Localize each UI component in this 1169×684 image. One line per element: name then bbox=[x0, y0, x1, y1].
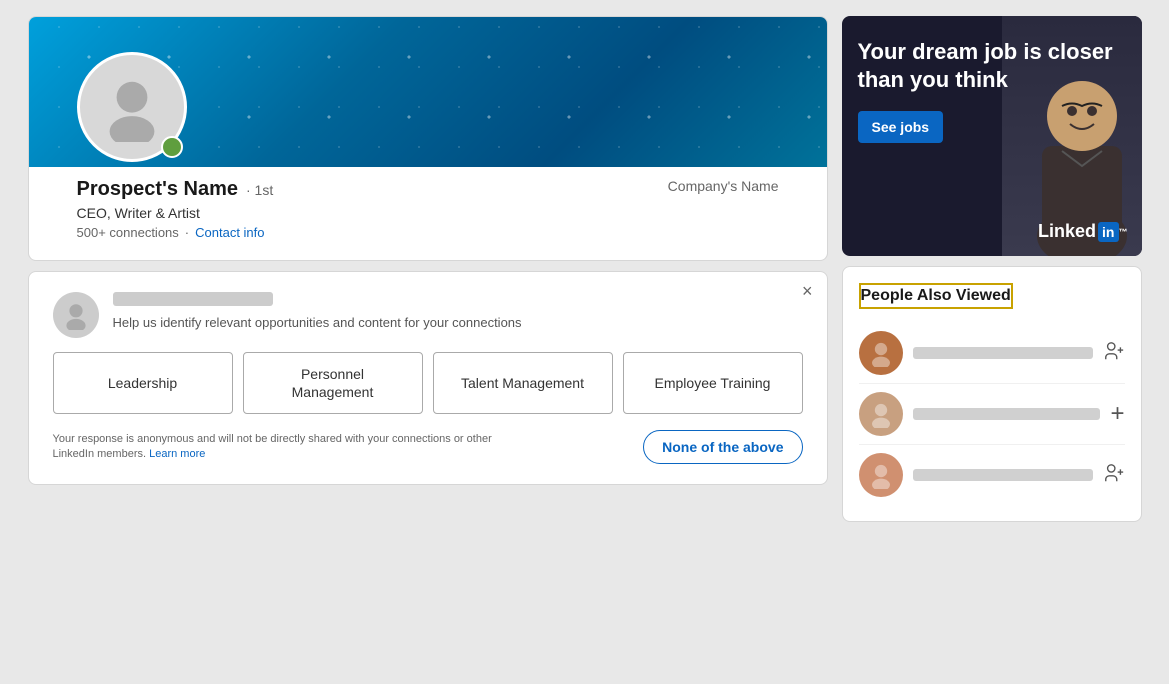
connections-count: 500+ connections bbox=[77, 225, 179, 240]
option-leadership[interactable]: Leadership bbox=[53, 352, 233, 414]
option-employee-training[interactable]: Employee Training bbox=[623, 352, 803, 414]
profile-name: Prospect's Name bbox=[77, 178, 239, 201]
widget-avatar bbox=[53, 292, 99, 338]
pav-avatar-2 bbox=[859, 392, 903, 436]
disclaimer-text: Your response is anonymous and will not … bbox=[53, 433, 492, 460]
learn-more-link[interactable]: Learn more bbox=[149, 448, 205, 460]
widget-close-button[interactable]: × bbox=[802, 282, 813, 300]
profile-headline: CEO, Writer & Artist bbox=[77, 205, 779, 221]
profile-name-row: Prospect's Name · 1st bbox=[77, 178, 274, 201]
ad-headline: Your dream job is closer than you think bbox=[858, 38, 1126, 93]
widget-top: Help us identify relevant opportunities … bbox=[53, 292, 803, 338]
profile-name-company-row: Prospect's Name · 1st Company's Name bbox=[77, 178, 779, 201]
see-jobs-button[interactable]: See jobs bbox=[858, 111, 944, 143]
pav-item-2: + bbox=[859, 384, 1125, 445]
widget-card: × Help us identify relevant opportunitie… bbox=[28, 271, 828, 485]
profile-degree: · 1st bbox=[246, 182, 273, 198]
none-of-above-button[interactable]: None of the above bbox=[643, 430, 802, 464]
pav-item-3 bbox=[859, 445, 1125, 505]
widget-info: Help us identify relevant opportunities … bbox=[113, 292, 803, 332]
pav-connect-1[interactable] bbox=[1103, 340, 1125, 366]
pav-title: People Also Viewed bbox=[859, 283, 1013, 309]
widget-description: Help us identify relevant opportunities … bbox=[113, 314, 803, 332]
connections-separator: · bbox=[185, 225, 189, 240]
pav-avatar-3 bbox=[859, 453, 903, 497]
widget-disclaimer: Your response is anonymous and will not … bbox=[53, 432, 533, 463]
pav-avatar-1 bbox=[859, 331, 903, 375]
profile-avatar-container bbox=[77, 52, 187, 162]
profile-connections: 500+ connections · Contact info bbox=[77, 225, 779, 240]
widget-options: Leadership Personnel Management Talent M… bbox=[53, 352, 803, 414]
pav-item-1 bbox=[859, 323, 1125, 384]
main-column: Message View in Sales Navigator More... … bbox=[28, 16, 828, 485]
widget-name-placeholder bbox=[113, 292, 273, 306]
right-column: Your dream job is closer than you think … bbox=[842, 16, 1142, 522]
pav-name-bar-3 bbox=[913, 469, 1093, 481]
profile-card: Message View in Sales Navigator More... … bbox=[28, 16, 828, 261]
pav-add-2[interactable]: + bbox=[1110, 402, 1124, 426]
contact-info-link[interactable]: Contact info bbox=[195, 225, 264, 240]
people-also-viewed-card: People Also Viewed + bbox=[842, 266, 1142, 522]
ad-text-area: Your dream job is closer than you think … bbox=[842, 16, 1142, 256]
pav-name-bar-1 bbox=[913, 347, 1093, 359]
profile-body: Prospect's Name · 1st Company's Name CEO… bbox=[53, 170, 803, 260]
option-personnel-management[interactable]: Personnel Management bbox=[243, 352, 423, 414]
pav-name-bar-2 bbox=[913, 408, 1101, 420]
avatar-badge bbox=[161, 136, 183, 158]
widget-footer: Your response is anonymous and will not … bbox=[53, 430, 803, 464]
ad-card: Your dream job is closer than you think … bbox=[842, 16, 1142, 256]
pav-connect-3[interactable] bbox=[1103, 462, 1125, 488]
company-name: Company's Name bbox=[668, 178, 779, 194]
option-talent-management[interactable]: Talent Management bbox=[433, 352, 613, 414]
